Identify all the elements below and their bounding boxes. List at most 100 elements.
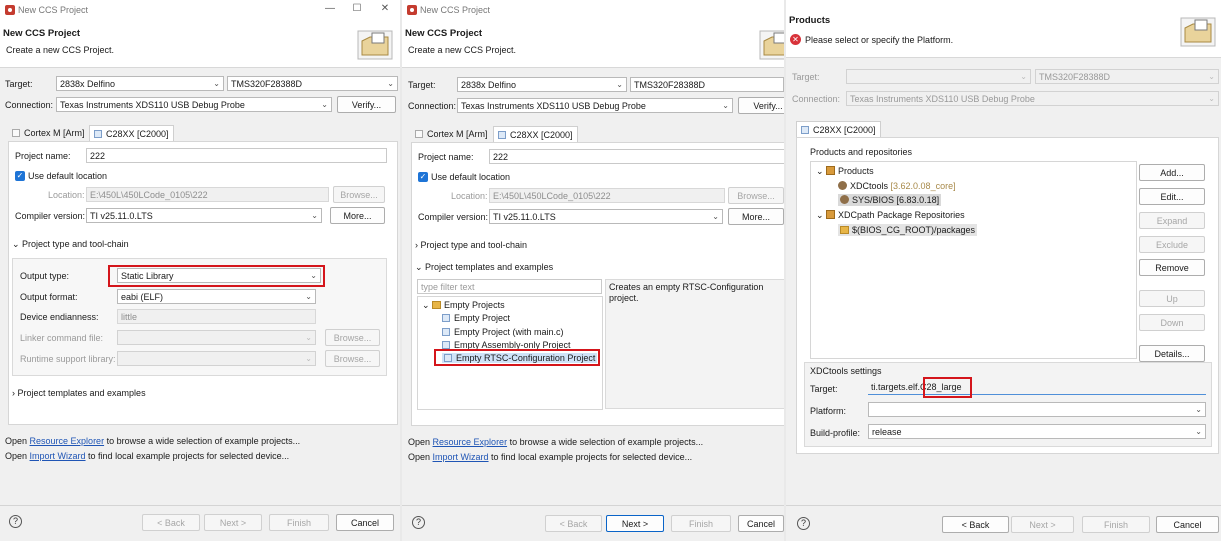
import-wizard-hint: Open Import Wizard to find local example… [408,452,693,462]
connection-select[interactable]: Texas Instruments XDS110 USB Debug Probe… [56,97,332,112]
products-header: Products ✕ Please select or specify the … [786,0,1221,58]
tree-products[interactable]: ⌄ Products [816,166,874,177]
tree-empty-projects[interactable]: ⌄ Empty Projects [422,300,505,311]
xdc-platform-select[interactable]: ⌄ [868,402,1206,417]
location-browse-button[interactable]: Browse... [333,186,385,203]
template-filter-input[interactable]: type filter text [417,279,602,294]
linker-browse-button[interactable]: Browse... [325,329,380,346]
cancel-button[interactable]: Cancel [738,515,784,532]
connection-select[interactable]: Texas Instruments XDS110 USB Debug Probe… [457,98,733,113]
add-button[interactable]: Add... [1139,164,1205,181]
resource-explorer-link[interactable]: Resource Explorer [433,437,508,447]
back-button[interactable]: < Back [942,516,1009,533]
location-browse-button[interactable]: Browse... [728,187,784,204]
target-family-select[interactable]: 2838x Delfino ⌄ [457,77,627,92]
down-button[interactable]: Down [1139,314,1205,331]
remove-button[interactable]: Remove [1139,259,1205,276]
verify-button[interactable]: Verify... [337,96,396,113]
target-label: Target: [792,72,820,82]
repository-icon [826,210,836,219]
use-default-location-checkbox[interactable]: ✓ [418,172,428,182]
cancel-button[interactable]: Cancel [336,514,394,531]
xdc-build-profile-select[interactable]: release ⌄ [868,424,1206,439]
output-format-select[interactable]: eabi (ELF) ⌄ [117,289,316,304]
c28xx-tab-icon [801,126,809,134]
page-title: New CCS Project [3,28,81,39]
cortex-tab-icon [415,130,423,138]
finish-button[interactable]: Finish [671,515,731,532]
tab-c28xx[interactable]: C28XX [C2000] [796,121,881,137]
project-name-input[interactable]: 222 [489,149,784,164]
toolchain-section-toggle[interactable]: › Project type and tool-chain [415,240,527,250]
tree-repos[interactable]: ⌄ XDCpath Package Repositories [816,210,965,221]
wizard-header: New CCS Project Create a new CCS Project… [402,21,784,68]
c28xx-tab-icon [94,130,102,138]
tree-repo-path[interactable]: $(BIOS_CG_ROOT)/packages [838,224,978,236]
tree-item-empty-project-main[interactable]: Empty Project (with main.c) [442,327,564,337]
exclude-button[interactable]: Exclude [1139,236,1205,253]
close-button[interactable]: ✕ [378,3,392,14]
compiler-more-button[interactable]: More... [728,208,784,225]
connection-label: Connection: [408,101,457,111]
target-device-select[interactable]: TMS320F28388D [630,77,784,92]
templates-section-toggle[interactable]: › Project templates and examples [12,388,146,398]
up-button[interactable]: Up [1139,290,1205,307]
runtime-browse-button[interactable]: Browse... [325,350,380,367]
back-button[interactable]: < Back [142,514,200,531]
finish-button[interactable]: Finish [1082,516,1150,533]
tab-c28xx[interactable]: C28XX [C2000] [493,126,578,142]
cancel-button[interactable]: Cancel [1156,516,1219,533]
title-bar: New CCS Project — ☐ ✕ [0,0,400,21]
location-input[interactable]: E:\450L\450LCode_0105\222 [489,188,725,203]
target-family-select[interactable]: 2838x Delfino ⌄ [56,76,224,91]
next-button[interactable]: Next > [204,514,262,531]
maximize-button[interactable]: ☐ [350,3,364,14]
edit-button[interactable]: Edit... [1139,188,1205,205]
project-name-input[interactable]: 222 [86,148,387,163]
connection-select[interactable]: Texas Instruments XDS110 USB Debug Probe… [846,91,1219,106]
tree-sysbios[interactable]: SYS/BIOS [6.83.0.18] [838,194,942,206]
compiler-more-button[interactable]: More... [330,207,385,224]
location-input[interactable]: E:\450L\450LCode_0105\222 [86,187,329,202]
toolchain-section-toggle[interactable]: ⌄ Project type and tool-chain [12,239,129,250]
linker-command-file-select[interactable]: ⌄ [117,330,316,345]
finish-button[interactable]: Finish [269,514,329,531]
next-button[interactable]: Next > [606,515,664,532]
xdc-target-input[interactable]: ti.targets.elf.C28_large [868,380,1206,395]
tab-cortex-m[interactable]: Cortex M [Arm] [411,126,492,142]
details-button[interactable]: Details... [1139,345,1205,362]
tab-c28xx[interactable]: C28XX [C2000] [89,125,174,141]
back-button[interactable]: < Back [545,515,602,532]
use-default-location-checkbox[interactable]: ✓ [15,171,25,181]
tree-xdctools[interactable]: XDCtools [3.62.0.08_core] [838,181,956,191]
minimize-button[interactable]: — [323,3,337,14]
import-wizard-link[interactable]: Import Wizard [433,452,489,462]
xdc-target-label: Target: [810,384,838,394]
next-button[interactable]: Next > [1011,516,1074,533]
runtime-support-library-select[interactable]: ⌄ [117,351,316,366]
help-icon[interactable]: ? [797,517,810,530]
target-device-select[interactable]: TMS320F28388D ⌄ [227,76,398,91]
cortex-tab-icon [12,129,20,137]
compiler-version-label: Compiler version: [418,212,489,222]
tree-item-empty-project[interactable]: Empty Project [442,313,510,323]
import-wizard-link[interactable]: Import Wizard [30,451,86,461]
products-icon [826,166,836,175]
page-subtitle: Create a new CCS Project. [6,45,115,55]
footer-separator [786,505,1221,506]
target-family-select[interactable]: ⌄ [846,69,1031,84]
folder-icon [432,301,442,309]
device-tabs: Cortex M [Arm] C28XX [C2000] [411,126,784,142]
help-icon[interactable]: ? [9,515,22,528]
tab-cortex-m[interactable]: Cortex M [Arm] [8,125,89,141]
help-icon[interactable]: ? [412,516,425,529]
footer-separator [402,505,784,506]
project-icon [442,341,450,349]
templates-section-toggle[interactable]: ⌄ Project templates and examples [415,262,553,273]
verify-button[interactable]: Verify... [738,97,784,114]
compiler-version-select[interactable]: TI v25.11.0.LTS ⌄ [489,209,723,224]
expand-button[interactable]: Expand [1139,212,1205,229]
compiler-version-select[interactable]: TI v25.11.0.LTS ⌄ [86,208,322,223]
resource-explorer-link[interactable]: Resource Explorer [30,436,105,446]
target-device-select[interactable]: TMS320F28388D ⌄ [1035,69,1219,84]
